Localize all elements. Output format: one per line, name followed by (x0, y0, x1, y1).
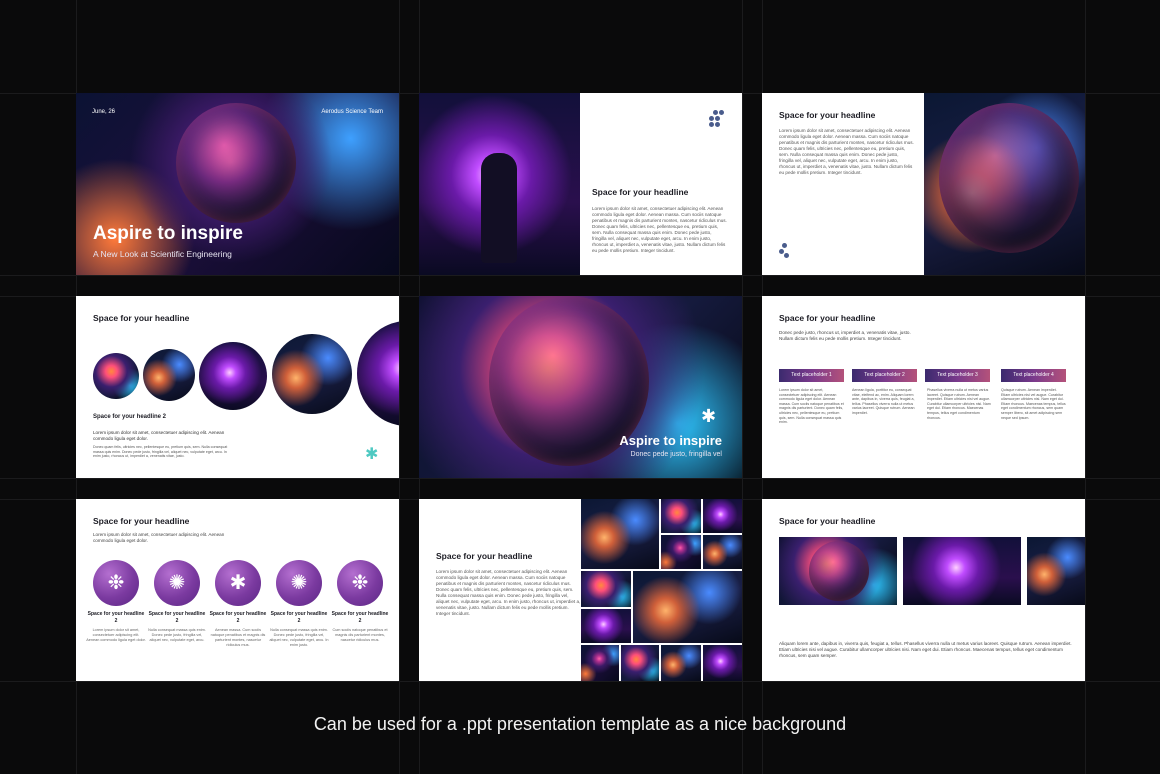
slide-circles[interactable]: Space for your headline Space for your h… (76, 296, 399, 478)
slide-subtitle: A New Look at Scientific Engineering (93, 249, 232, 259)
slide-body: Lorem ipsum dolor sit amet, consectetuer… (592, 206, 727, 253)
gallery-image-2 (903, 537, 1021, 605)
text-placeholder-2-label: Text placeholder 2 (852, 369, 917, 382)
slide-headline: Space for your headline (93, 313, 190, 323)
slide-date: June, 26 (92, 109, 116, 115)
astronaut-helmet-image (809, 541, 869, 601)
slide-body: Aliquam lorem ante, dapibus in, viverra … (779, 641, 1072, 658)
slide-headline: Space for your headline (436, 551, 533, 561)
mosaic-tile-5 (703, 535, 742, 569)
feature-4-icon: ✺ (276, 560, 322, 606)
mosaic-tile-3 (703, 499, 742, 533)
slide-body: Lorem ipsum dolor sit amet, consectetuer… (436, 569, 581, 616)
slide-body-1: Lorem ipsum dolor sit amet, consectetuer… (93, 430, 225, 441)
slide-headline: Space for your headline (779, 516, 876, 526)
astronaut-silhouette (481, 153, 517, 263)
circle-image-3 (199, 342, 267, 410)
slide-gallery[interactable]: Space for your headline Aliquam lorem an… (762, 499, 1085, 681)
feature-3-icon: ✱ (215, 560, 261, 606)
astronaut-portal-image (419, 93, 580, 275)
asterisk-icon: ✱ (701, 406, 717, 426)
page-caption: Can be used for a .ppt presentation temp… (313, 714, 847, 734)
slide-image-left[interactable]: Space for your headline Lorem ipsum dolo… (419, 93, 742, 275)
gallery-image-1 (779, 537, 897, 605)
feature-5-title: Space for your headline 2 (331, 611, 389, 624)
feature-2-icon: ✺ (154, 560, 200, 606)
mosaic-tile-2 (661, 499, 701, 533)
mosaic-tile-9 (581, 645, 619, 681)
gallery-image-3 (1027, 537, 1085, 605)
text-placeholder-3-label: Text placeholder 3 (925, 369, 990, 382)
slide-headline: Space for your headline (592, 187, 689, 197)
slide-intro: Lorem ipsum dolor sit amet, consectetuer… (93, 532, 225, 543)
mosaic-tile-10 (621, 645, 659, 681)
circle-image-5 (357, 321, 399, 426)
slide-headline: Space for your headline (93, 516, 190, 526)
slide-headline: Space for your headline (779, 110, 876, 120)
feature-3-title: Space for your headline 2 (209, 611, 267, 624)
mosaic-tile-8 (581, 609, 631, 643)
astronaut-portrait-image (924, 93, 1085, 275)
slide-headline: Space for your headline (779, 313, 876, 323)
astronaut-helmet-image (176, 103, 296, 223)
circle-image-1 (93, 353, 139, 399)
mosaic-tile-4 (661, 535, 701, 569)
slide-body: Lorem ipsum dolor sit amet, consectetuer… (779, 128, 914, 175)
feature-4-body: Nulla consequat massa quis enim. Donec p… (269, 628, 329, 647)
slide-title: Aspire to inspire (93, 223, 243, 244)
text-placeholder-2-body: Aenean ligula, porttitor eu, consequat v… (852, 388, 915, 415)
circle-image-4 (272, 334, 352, 414)
text-placeholder-3-body: Phasellus viverra nulla ut metus varius … (927, 388, 991, 420)
asterisk-icon: ✱ (365, 446, 379, 463)
slide-intro: Donec pede justo, rhoncus ut, imperdiet … (779, 330, 911, 341)
slide-subtitle: Donec pede justo, fringilla vel (630, 451, 722, 458)
text-placeholder-1-body: Lorem ipsum dolor sit amet, consectetuer… (779, 388, 844, 425)
feature-2-title: Space for your headline 2 (148, 611, 206, 624)
slide-title: Aspire to inspire (619, 433, 722, 448)
text-placeholder-4-body: Quisque rutrum. Aenean imperdiet. Etiam … (1001, 388, 1066, 420)
slide-mosaic[interactable]: Space for your headline Lorem ipsum dolo… (419, 499, 742, 681)
mosaic-tile-11 (661, 645, 701, 681)
feature-5-icon: ❉ (337, 560, 383, 606)
slide-hero[interactable]: ✱ Aspire to inspire Donec pede justo, fr… (419, 296, 742, 478)
mosaic-tile-12 (703, 645, 742, 681)
astronaut-helmet-image (939, 103, 1079, 253)
mosaic-tile-6 (581, 571, 631, 607)
feature-1-body: Lorem ipsum dolor sit amet, consectetuer… (86, 628, 146, 642)
feature-3-body: Aenean massa. Cum sociis natoque penatib… (210, 628, 266, 647)
circle-image-2 (143, 349, 195, 401)
text-placeholder-1-label: Text placeholder 1 (779, 369, 844, 382)
slide-body-2: Donec quam felis, ultricies nec, pellent… (93, 445, 228, 459)
mosaic-tile-7 (633, 571, 742, 643)
mosaic-tile-1 (581, 499, 659, 569)
slide-icon-features[interactable]: Space for your headline Lorem ipsum dolo… (76, 499, 399, 681)
slide-headline-2: Space for your headline 2 (93, 414, 167, 420)
slide-team: Aerodus Science Team (321, 109, 383, 115)
slide-placeholders[interactable]: Space for your headline Donec pede justo… (762, 296, 1085, 478)
slide-cover[interactable]: June, 26 Aerodus Science Team Aspire to … (76, 93, 399, 275)
feature-1-title: Space for your headline 2 (87, 611, 145, 624)
feature-5-body: Cum sociis natoque penatibus et magnis d… (332, 628, 388, 642)
slide-image-right[interactable]: Space for your headline Lorem ipsum dolo… (762, 93, 1085, 275)
feature-4-title: Space for your headline 2 (270, 611, 328, 624)
text-placeholder-4-label: Text placeholder 4 (1001, 369, 1066, 382)
feature-2-body: Nulla consequat massa quis enim. Donec p… (148, 628, 206, 642)
feature-1-icon: ❉ (93, 560, 139, 606)
